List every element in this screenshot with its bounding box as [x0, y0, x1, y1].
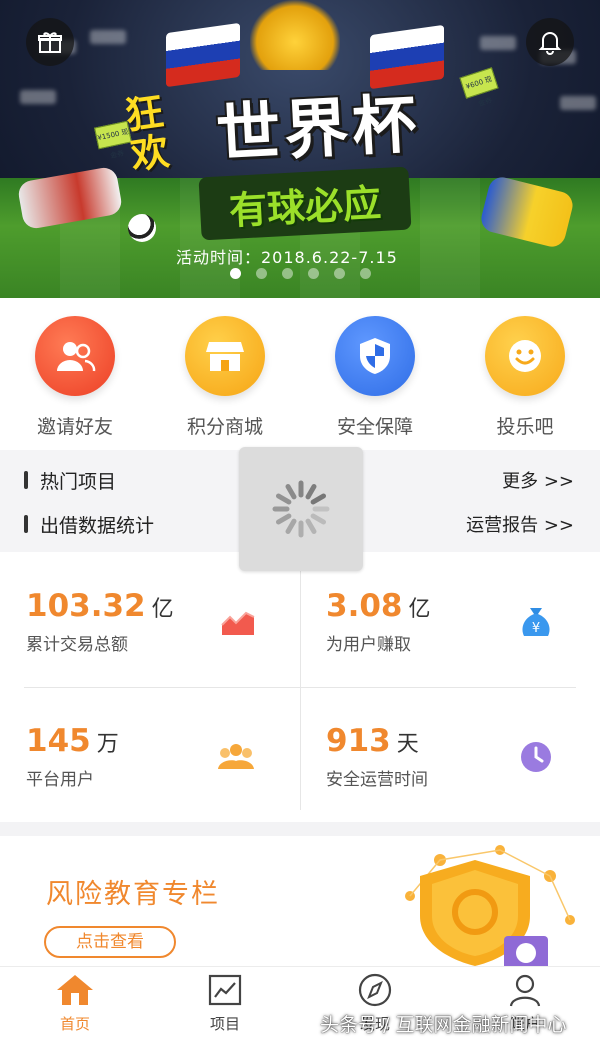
soccer-ball	[128, 214, 156, 242]
points-mall-button[interactable]: 积分商城	[150, 316, 300, 439]
stat-desc: 累计交易总额	[26, 635, 128, 655]
stat-total-volume: 103.32 亿 累计交易总额	[0, 552, 300, 687]
carousel-dot[interactable]	[360, 268, 371, 279]
spinner-tick	[310, 513, 327, 525]
invite-friends-button[interactable]: 邀请好友	[0, 316, 150, 439]
loading-spinner	[239, 447, 363, 571]
nav-projects[interactable]: 项目	[150, 973, 300, 1034]
quick-actions: 邀请好友 积分商城 安全保障 投乐吧	[0, 298, 600, 450]
home-icon	[57, 975, 93, 1005]
stat-value: 103.32 亿	[26, 588, 174, 624]
notification-button[interactable]	[526, 18, 574, 66]
clock-icon	[516, 737, 556, 777]
stat-value: 3.08 亿	[326, 588, 431, 624]
report-link[interactable]: 运营报告 >>	[466, 511, 574, 537]
risk-title: 风险教育专栏	[46, 879, 220, 910]
stat-desc: 为用户赚取	[326, 635, 411, 655]
stat-unit: 万	[96, 732, 119, 757]
gift-icon	[38, 32, 62, 53]
stat-value: 913 天	[326, 723, 419, 759]
stat-safe-operation: 913 天 安全运营时间	[300, 687, 600, 822]
toule-circle	[485, 316, 565, 396]
svg-text:¥: ¥	[532, 621, 540, 636]
mall-label: 积分商城	[186, 416, 263, 438]
store-icon	[206, 342, 244, 371]
spinner-tick	[275, 513, 292, 525]
section-marker	[24, 471, 28, 489]
stat-value: 145 万	[26, 723, 119, 759]
spinner-tick	[310, 493, 327, 505]
nav-projects-label: 项目	[209, 1015, 240, 1033]
carousel-dot[interactable]	[256, 268, 267, 279]
more-link[interactable]: 更多 >>	[502, 467, 574, 493]
mall-circle	[185, 316, 265, 396]
stat-desc: 平台用户	[26, 770, 94, 790]
trophy-graphic	[250, 0, 340, 70]
russia-flag-left	[166, 22, 240, 88]
gift-button[interactable]	[26, 18, 74, 66]
nav-home-label: 首页	[59, 1015, 90, 1033]
spinner-tick	[275, 493, 292, 505]
risk-education-card[interactable]: 风险教育专栏 点击查看	[0, 836, 600, 966]
chart-icon	[208, 974, 242, 1006]
crowd-icon	[216, 737, 256, 777]
promo-banner[interactable]: ¥1500 现金券 ¥600 现金券 狂欢 世界杯 有球必应 活动时间：2018…	[0, 0, 600, 298]
security-circle	[335, 316, 415, 396]
carousel-dot[interactable]	[230, 268, 241, 279]
view-button[interactable]: 点击查看	[44, 926, 176, 958]
lending-stats-title: 出借数据统计	[40, 514, 155, 537]
spinner-icon	[272, 480, 330, 538]
banner-title-sub: 有球必应	[198, 166, 412, 241]
stats-grid: 103.32 亿 累计交易总额 3.08 亿 为用户赚取 ¥ 145 万 平台用户	[0, 552, 600, 822]
chart-up-icon	[218, 602, 258, 642]
compass-icon	[358, 973, 392, 1007]
stat-platform-users: 145 万 平台用户	[0, 687, 300, 822]
smile-icon	[509, 340, 541, 372]
carousel-dots[interactable]	[230, 268, 371, 279]
spinner-tick	[285, 483, 297, 500]
toule-label: 投乐吧	[496, 416, 554, 438]
spinner-tick	[285, 518, 297, 535]
shield-illustration-icon	[405, 845, 575, 966]
event-time: 活动时间：2018.6.22-7.15	[176, 248, 398, 267]
nav-home[interactable]: 首页	[0, 973, 150, 1034]
security-label: 安全保障	[336, 416, 413, 438]
invite-label: 邀请好友	[36, 416, 113, 438]
spinner-tick	[305, 483, 317, 500]
stat-unit: 亿	[151, 597, 174, 622]
security-button[interactable]: 安全保障	[300, 316, 450, 439]
money-bag-icon: ¥	[516, 602, 556, 642]
invite-circle	[35, 316, 115, 396]
carousel-dot[interactable]	[334, 268, 345, 279]
hot-projects-title: 热门项目	[40, 470, 117, 493]
section-marker	[24, 515, 28, 533]
banner-title-main: 世界杯	[214, 87, 423, 173]
spinner-tick	[305, 518, 317, 535]
users-icon	[57, 342, 96, 372]
user-icon	[509, 974, 541, 1007]
stat-unit: 天	[396, 732, 419, 757]
stat-unit: 亿	[408, 597, 431, 622]
carousel-dot[interactable]	[308, 268, 319, 279]
bell-icon	[538, 32, 562, 55]
stat-desc: 安全运营时间	[326, 770, 428, 790]
stat-user-earnings: 3.08 亿 为用户赚取 ¥	[300, 552, 600, 687]
shield-icon	[360, 338, 390, 374]
carousel-dot[interactable]	[282, 268, 293, 279]
toule-bar-button[interactable]: 投乐吧	[450, 316, 600, 439]
watermark: 头条号 / 互联网金融新闻中心	[320, 1014, 567, 1036]
